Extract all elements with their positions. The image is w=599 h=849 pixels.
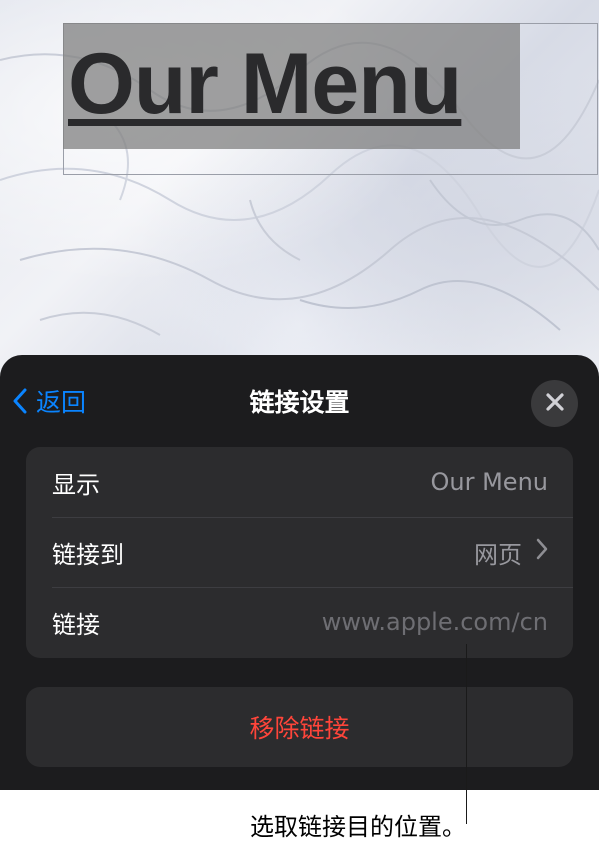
row-label-link-to: 链接到	[52, 540, 124, 569]
display-text: Our Menu	[430, 468, 549, 496]
close-icon	[545, 392, 565, 416]
slide-canvas[interactable]: Our Menu	[0, 0, 599, 380]
row-label-link: 链接	[52, 610, 100, 639]
remove-link-label: 移除链接	[249, 714, 350, 743]
slide-title[interactable]: Our Menu	[68, 36, 518, 136]
remove-link-button[interactable]: 移除链接	[26, 687, 573, 767]
callout-line	[466, 644, 467, 824]
chevron-right-icon	[536, 538, 548, 566]
display-text-value[interactable]: Our Menu	[431, 468, 549, 496]
row-link-to[interactable]: 链接到 网页	[26, 517, 573, 587]
row-label-display: 显示	[52, 470, 100, 499]
close-button[interactable]	[531, 380, 578, 427]
sheet-title: 链接设置	[249, 388, 350, 417]
link-url-field[interactable]: www.apple.com/cn	[322, 608, 548, 636]
link-url-text: www.apple.com/cn	[321, 608, 548, 636]
link-settings-group: 显示 Our Menu 链接到 网页 链接 www.apple.com/cn	[26, 447, 573, 658]
row-link[interactable]: 链接 www.apple.com/cn	[26, 587, 573, 657]
row-display[interactable]: 显示 Our Menu	[26, 447, 573, 517]
link-settings-sheet: 返回 链接设置 显示 Our Menu 链接到 网页 链接 www.apple.…	[0, 355, 599, 790]
link-to-value: 网页	[474, 535, 548, 570]
link-type-text: 网页	[474, 540, 522, 569]
callout-text: 选取链接目的位置。	[250, 813, 466, 841]
